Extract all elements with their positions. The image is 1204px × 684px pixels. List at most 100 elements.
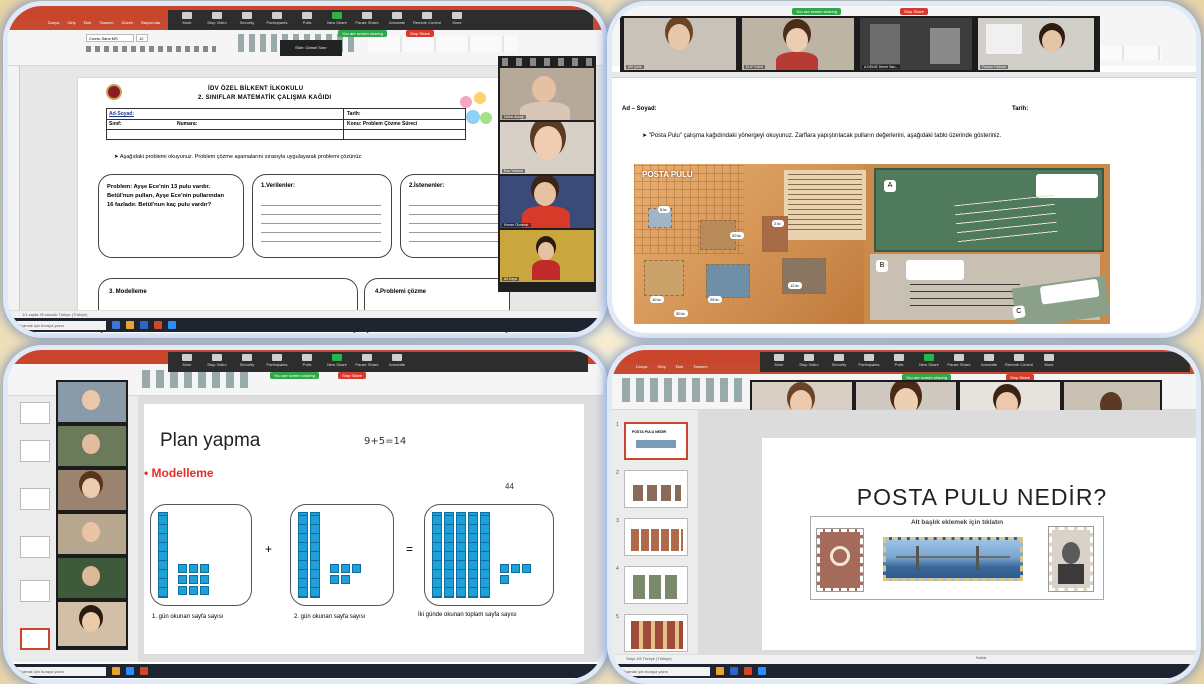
- participant-video[interactable]: ELİF KAYA: [742, 18, 854, 70]
- styles-gallery[interactable]: [368, 36, 518, 52]
- participant-video[interactable]: Ali Kaya: [500, 230, 594, 282]
- zoom-icon[interactable]: [168, 321, 176, 329]
- participant-video[interactable]: [58, 558, 126, 598]
- security-button[interactable]: Security: [232, 12, 262, 28]
- slide-thumbnail[interactable]: [624, 470, 688, 508]
- folder-icon[interactable]: [112, 667, 120, 675]
- powerpoint-icon[interactable]: [154, 321, 162, 329]
- stop-share-button[interactable]: Stop Share: [900, 8, 929, 15]
- participant-video[interactable]: Defne Aksoy: [500, 68, 594, 120]
- ribbon-tab[interactable]: Ekle: [84, 20, 92, 25]
- stop-video-button[interactable]: Stop Video: [202, 12, 232, 28]
- security-button[interactable]: Security: [824, 354, 854, 370]
- pause-share-button[interactable]: Pause Share: [352, 12, 382, 28]
- ribbon-tab[interactable]: Düzen: [122, 20, 134, 25]
- stamp-value: 2 kr.: [772, 220, 784, 227]
- subtitle-placeholder[interactable]: Alt başlık eklemek için tıklatın: [810, 516, 1104, 600]
- ribbon-buttons[interactable]: [622, 378, 742, 402]
- polls-button[interactable]: Polls: [292, 354, 322, 370]
- powerpoint-icon[interactable]: [744, 667, 752, 675]
- participant-video[interactable]: [58, 382, 126, 422]
- participant-video[interactable]: [58, 426, 126, 466]
- new-share-button[interactable]: New Share: [322, 354, 352, 370]
- word-icon[interactable]: [140, 321, 148, 329]
- zoom-icon[interactable]: [126, 667, 134, 675]
- poll-icon: [894, 354, 904, 361]
- word-icon[interactable]: [730, 667, 738, 675]
- polls-button[interactable]: Polls: [884, 354, 914, 370]
- security-button[interactable]: Security: [232, 354, 262, 370]
- ribbon-tab[interactable]: Başvurular: [141, 20, 160, 25]
- ribbon-tab[interactable]: Dosya: [48, 20, 59, 25]
- handwritten-note: 44: [505, 482, 514, 491]
- mute-button[interactable]: Mute: [172, 354, 202, 370]
- ribbon-tab[interactable]: Tasarım: [693, 364, 707, 369]
- remote-control-button[interactable]: Remote Control: [412, 12, 442, 28]
- zoom-icon[interactable]: [758, 667, 766, 675]
- pause-share-button[interactable]: Pause Share: [944, 354, 974, 370]
- annotate-button[interactable]: Annotate: [382, 354, 412, 370]
- ribbon-tab[interactable]: Giriş: [67, 20, 75, 25]
- participants-button[interactable]: Participants: [262, 354, 292, 370]
- participant-video[interactable]: A.DENİZ Demir Sarı...: [860, 18, 972, 70]
- format-buttons[interactable]: [86, 46, 216, 52]
- more-button[interactable]: More: [442, 12, 472, 28]
- slide-thumbnail-selected[interactable]: POSTA PULU NEDİR: [624, 422, 688, 460]
- stop-share-button[interactable]: Stop Share: [406, 30, 435, 37]
- pause-icon: [362, 354, 372, 361]
- unit-cube: [200, 564, 209, 573]
- new-share-button[interactable]: New Share: [914, 354, 944, 370]
- mute-button[interactable]: Mute: [764, 354, 794, 370]
- ribbon-buttons[interactable]: [142, 370, 252, 388]
- taskbar-search[interactable]: Aramak için buraya yazın: [16, 666, 106, 676]
- slide-thumbnail-selected[interactable]: [20, 628, 50, 650]
- participant-video[interactable]: Elif Çelik: [624, 18, 736, 70]
- ribbon-tab[interactable]: Tasarım: [99, 20, 113, 25]
- slide-thumbnail[interactable]: [20, 488, 50, 510]
- more-button[interactable]: More: [1034, 354, 1064, 370]
- gallery-controls[interactable]: [502, 58, 592, 66]
- font-family-box[interactable]: Comic Sans MS: [86, 34, 134, 42]
- participants-button[interactable]: Participants: [262, 12, 292, 28]
- slide-thumbnail[interactable]: [20, 440, 50, 462]
- task-view-icon[interactable]: [112, 321, 120, 329]
- slide-thumbnail[interactable]: [624, 518, 688, 556]
- folder-icon[interactable]: [716, 667, 724, 675]
- slide-thumbnail[interactable]: [20, 580, 50, 602]
- slide-thumbnail[interactable]: [20, 402, 50, 424]
- participant-video[interactable]: [58, 470, 126, 510]
- font-size-box[interactable]: 12: [136, 34, 148, 42]
- people-icon: [272, 12, 282, 19]
- annotate-button[interactable]: Annotate: [974, 354, 1004, 370]
- participant-video[interactable]: Furkan Yıldırım: [978, 18, 1094, 70]
- participants-button[interactable]: Participants: [854, 354, 884, 370]
- pause-share-button[interactable]: Pause Share: [352, 354, 382, 370]
- polls-button[interactable]: Polls: [292, 12, 322, 28]
- mute-button[interactable]: Mute: [172, 12, 202, 28]
- slide-thumbnail[interactable]: [624, 566, 688, 604]
- panel-plan-yapma-slide: Mute Stop Video Security Participants Po…: [8, 350, 603, 679]
- powerpoint-icon[interactable]: [140, 667, 148, 675]
- stop-share-button[interactable]: Stop Share: [338, 372, 367, 379]
- participant-video[interactable]: [58, 602, 126, 646]
- stop-video-button[interactable]: Stop Video: [794, 354, 824, 370]
- participant-video[interactable]: [58, 514, 126, 554]
- new-share-button[interactable]: New Share: [322, 12, 352, 28]
- ellipsis-icon: [1044, 354, 1054, 361]
- ribbon-tab[interactable]: Dosya: [636, 364, 647, 369]
- participant-video[interactable]: Ece Yıldırım: [500, 122, 594, 174]
- remote-control-button[interactable]: Remote Control: [1004, 354, 1034, 370]
- slide-thumbnail[interactable]: [20, 536, 50, 558]
- ribbon-tab[interactable]: Ekle: [676, 364, 684, 369]
- participant-video[interactable]: Kerem Özdemir: [500, 176, 594, 228]
- ribbon-tab[interactable]: Giriş: [657, 364, 665, 369]
- taskbar-search[interactable]: Aramak için buraya yazın: [620, 666, 710, 676]
- notes-button[interactable]: Notlar: [976, 655, 987, 660]
- taskbar-search[interactable]: Aramak için buraya yazın: [16, 320, 106, 330]
- annotate-button[interactable]: Annotate: [382, 12, 412, 28]
- slide-thumbnail[interactable]: [624, 614, 688, 652]
- stop-video-button[interactable]: Stop Video: [202, 354, 232, 370]
- asked-box: 2.İstenenler:: [400, 174, 510, 258]
- caption-total: İki günde okunan toplam sayfa sayısı: [418, 612, 517, 618]
- folder-icon[interactable]: [126, 321, 134, 329]
